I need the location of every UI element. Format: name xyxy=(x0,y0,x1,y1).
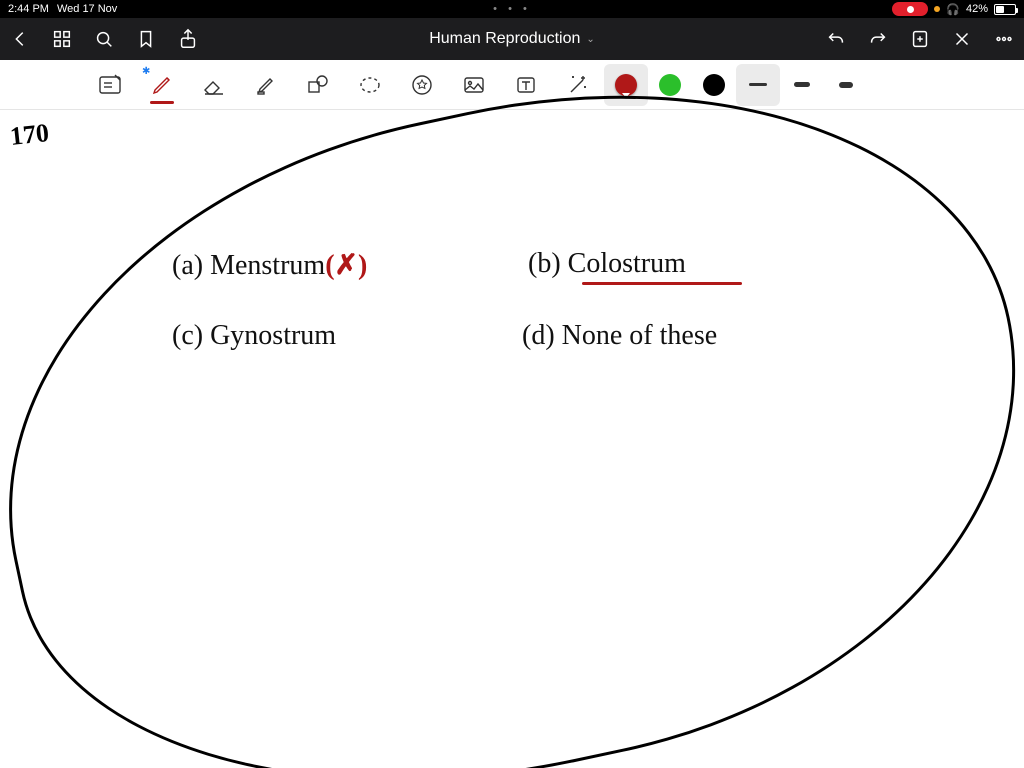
headphones-icon: 🎧 xyxy=(946,3,960,16)
share-button[interactable] xyxy=(176,27,200,51)
stroke-medium[interactable] xyxy=(780,64,824,106)
eraser-tool[interactable] xyxy=(188,64,240,106)
option-b: (b) Colostrum xyxy=(528,248,742,285)
stroke-thick[interactable] xyxy=(824,64,868,106)
undo-button[interactable] xyxy=(824,27,848,51)
option-d: (d) None of these xyxy=(522,320,717,352)
bookmark-button[interactable] xyxy=(134,27,158,51)
favorites-tool[interactable] xyxy=(396,64,448,106)
redo-button[interactable] xyxy=(866,27,890,51)
tool-bar: ✱ xyxy=(0,60,1024,110)
chevron-down-icon: ⌄ xyxy=(586,34,594,45)
read-mode-tool[interactable] xyxy=(84,64,136,106)
page-number-text: 170 xyxy=(9,118,51,152)
search-button[interactable] xyxy=(92,27,116,51)
document-title: Human Reproduction xyxy=(429,30,580,48)
battery-icon xyxy=(994,4,1016,15)
highlighter-tool[interactable] xyxy=(240,64,292,106)
status-time: 2:44 PM xyxy=(8,3,49,15)
image-tool[interactable] xyxy=(448,64,500,106)
status-center-dots: • • • xyxy=(493,3,531,15)
option-a-text: (a) Menstrum xyxy=(172,250,325,281)
option-d-text: (d) None of these xyxy=(522,320,717,351)
close-button[interactable] xyxy=(950,27,974,51)
shape-tool[interactable] xyxy=(292,64,344,106)
pen-tool[interactable]: ✱ xyxy=(136,64,188,106)
status-date: Wed 17 Nov xyxy=(57,3,117,15)
selected-tool-indicator xyxy=(150,101,174,104)
option-b-text: (b) Colostrum xyxy=(528,248,742,280)
add-page-button[interactable] xyxy=(908,27,932,51)
more-button[interactable] xyxy=(992,27,1016,51)
lasso-tool[interactable] xyxy=(344,64,396,106)
stroke-thin[interactable] xyxy=(736,64,780,106)
option-a: (a) Menstrum(✗) xyxy=(172,248,367,282)
option-b-underline xyxy=(582,282,742,285)
page-number-annotation: 170 xyxy=(0,110,64,168)
screen-record-indicator[interactable] xyxy=(892,2,928,16)
note-canvas[interactable]: 170 (a) Menstrum(✗) (b) Colostrum (c) Gy… xyxy=(0,110,1024,768)
grid-view-button[interactable] xyxy=(50,27,74,51)
option-a-wrong-mark: (✗) xyxy=(325,250,367,281)
back-button[interactable] xyxy=(8,27,32,51)
option-c: (c) Gynostrum xyxy=(172,320,336,352)
bluetooth-icon: ✱ xyxy=(142,66,150,77)
title-bar: Human Reproduction ⌄ xyxy=(0,18,1024,60)
battery-percentage: 42% xyxy=(966,3,988,15)
mic-in-use-indicator xyxy=(934,6,940,12)
document-title-button[interactable]: Human Reproduction ⌄ xyxy=(429,30,595,48)
option-c-text: (c) Gynostrum xyxy=(172,320,336,351)
status-bar: 2:44 PM Wed 17 Nov • • • 🎧 42% xyxy=(0,0,1024,18)
